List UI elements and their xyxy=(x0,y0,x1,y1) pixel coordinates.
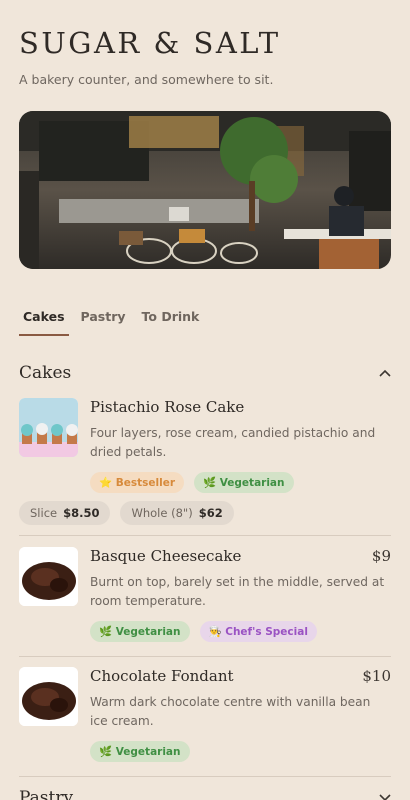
menu-item[interactable]: Pistachio Rose Cake Four layers, rose cr… xyxy=(19,398,391,528)
size-option-slice[interactable]: Slice $8.50 xyxy=(19,501,111,525)
section-header-cakes[interactable]: Cakes xyxy=(19,363,391,383)
brand-title: SUGAR & SALT xyxy=(19,26,281,60)
size-price: $8.50 xyxy=(63,506,100,520)
size-option-whole[interactable]: Whole (8") $62 xyxy=(120,501,234,525)
tag-vegetarian: 🌿 Vegetarian xyxy=(194,472,294,493)
section-title: Pastry xyxy=(19,788,74,800)
chef-hat-icon: 👨‍🍳 xyxy=(208,626,222,638)
tag-label: Vegetarian xyxy=(115,746,181,758)
tag-label: Bestseller xyxy=(115,477,175,489)
section-header-pastry[interactable]: Pastry xyxy=(19,788,391,800)
tab-pastry[interactable]: Pastry xyxy=(77,306,130,336)
size-label: Slice xyxy=(30,506,58,520)
item-photo-pistachio-cake xyxy=(19,398,78,457)
tag-chefs-special: 👨‍🍳 Chef's Special xyxy=(199,621,317,642)
item-price: $10 xyxy=(362,667,391,685)
item-name: Pistachio Rose Cake xyxy=(90,398,245,416)
tag-bestseller: ⭐ Bestseller xyxy=(90,472,184,493)
size-price: $62 xyxy=(198,506,223,520)
item-name: Chocolate Fondant xyxy=(90,667,234,685)
item-photo-basque-cheesecake xyxy=(19,547,78,606)
tag-label: Chef's Special xyxy=(225,626,308,638)
size-label: Whole (8") xyxy=(131,506,193,520)
chevron-up-icon[interactable] xyxy=(379,365,391,381)
leaf-icon: 🌿 xyxy=(99,626,113,638)
leaf-icon: 🌿 xyxy=(203,477,217,489)
divider xyxy=(19,776,391,777)
divider xyxy=(19,656,391,657)
item-description: Four layers, rose cream, candied pistach… xyxy=(90,426,376,459)
item-photo-chocolate-fondant xyxy=(19,667,78,726)
leaf-icon: 🌿 xyxy=(99,746,113,758)
hero-cafe-image xyxy=(19,111,391,269)
item-name: Basque Cheesecake xyxy=(90,547,242,565)
tag-vegetarian: 🌿 Vegetarian xyxy=(90,741,190,762)
tag-label: Vegetarian xyxy=(115,626,181,638)
menu-tabs: Cakes Pastry To Drink xyxy=(19,306,211,336)
item-price: $9 xyxy=(371,547,391,565)
tagline: A bakery counter, and somewhere to sit. xyxy=(19,72,274,87)
menu-item[interactable]: Basque Cheesecake $9 Burnt on top, barel… xyxy=(19,547,391,647)
tag-vegetarian: 🌿 Vegetarian xyxy=(90,621,190,642)
tab-to-drink[interactable]: To Drink xyxy=(138,306,204,336)
menu-item[interactable]: Chocolate Fondant $10 Warm dark chocolat… xyxy=(19,667,391,767)
tab-cakes[interactable]: Cakes xyxy=(19,306,69,336)
item-description: Warm dark chocolate centre with vanilla … xyxy=(90,695,371,728)
star-icon: ⭐ xyxy=(99,477,113,489)
item-description: Burnt on top, barely set in the middle, … xyxy=(90,575,385,608)
tag-label: Vegetarian xyxy=(219,477,285,489)
section-title: Cakes xyxy=(19,363,72,383)
divider xyxy=(19,535,391,536)
chevron-down-icon[interactable] xyxy=(379,790,391,800)
